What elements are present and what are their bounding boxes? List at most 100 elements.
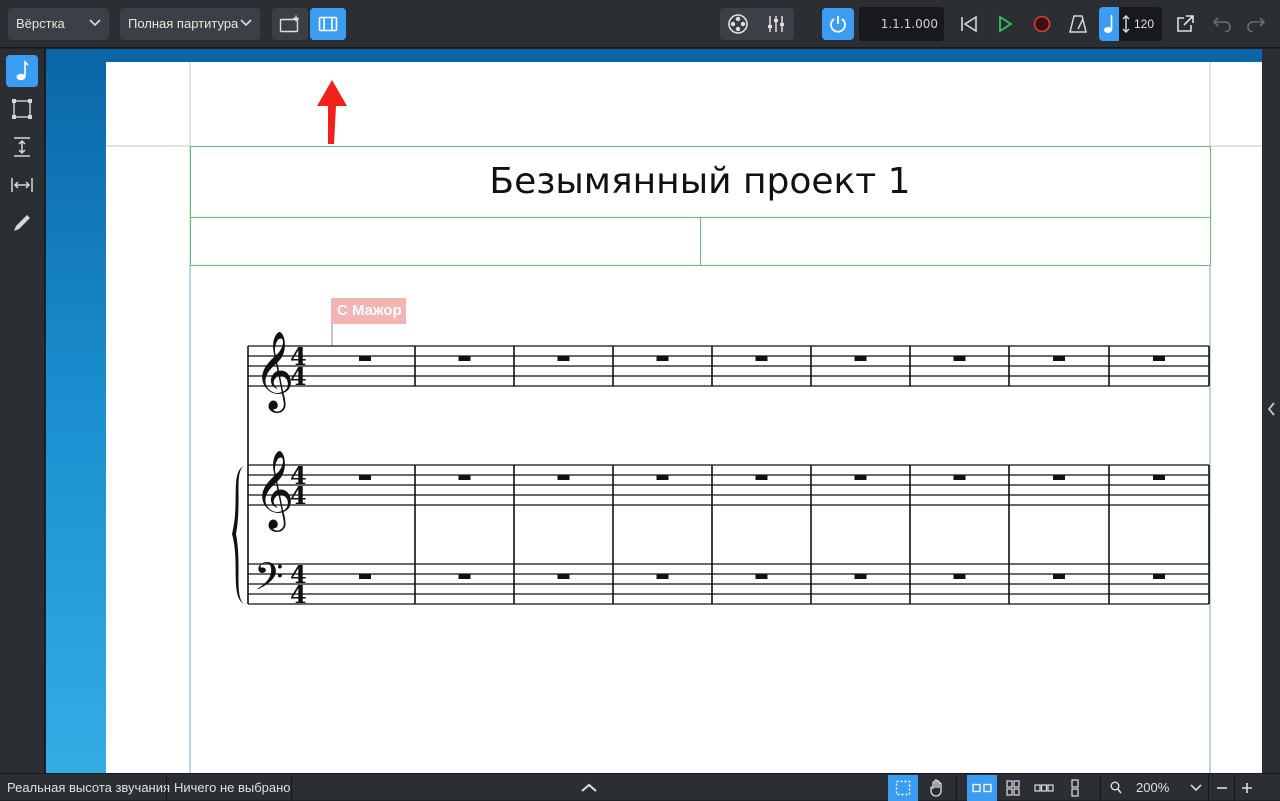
vertical-spacing-tool[interactable] bbox=[6, 131, 38, 163]
playback-mixer-group bbox=[720, 8, 794, 40]
rewind-to-start-icon bbox=[961, 15, 977, 33]
page-view-grid-button[interactable] bbox=[998, 775, 1028, 801]
status-bar: Реальная высота звучания Ничего не выбра… bbox=[0, 773, 1280, 801]
add-frame-icon bbox=[279, 15, 299, 33]
status-divider bbox=[956, 774, 957, 801]
whole-rest bbox=[1153, 356, 1165, 361]
whole-rest bbox=[557, 574, 570, 579]
rewind-button[interactable] bbox=[951, 8, 987, 40]
undo-button[interactable] bbox=[1204, 8, 1240, 40]
whole-rest bbox=[557, 356, 570, 361]
metronome-button[interactable] bbox=[1060, 8, 1096, 40]
whole-rest bbox=[359, 574, 371, 579]
horizontal-spacing-tool[interactable] bbox=[6, 169, 38, 201]
pages-column-icon bbox=[1071, 779, 1079, 797]
status-divider bbox=[1208, 774, 1209, 801]
minus-icon bbox=[1217, 787, 1227, 789]
pen-icon bbox=[14, 215, 30, 231]
selection-status: Ничего не выбрано bbox=[174, 780, 291, 795]
whole-rest bbox=[557, 475, 570, 480]
status-divider bbox=[1100, 774, 1101, 801]
continuous-view-button[interactable] bbox=[1029, 775, 1059, 801]
redo-button[interactable] bbox=[1238, 8, 1274, 40]
pages-grid-icon bbox=[1006, 780, 1020, 796]
score-canvas[interactable]: Безымянный проект 1 C Мажор 𝄞 4 4 𝄞 4 4 𝄢 4 4 bbox=[46, 49, 1262, 773]
note-input-tool[interactable] bbox=[6, 55, 38, 87]
whole-rest bbox=[953, 475, 966, 480]
metronome-icon bbox=[1069, 15, 1087, 33]
tool-palette bbox=[0, 49, 45, 773]
playback-power-button[interactable] bbox=[822, 8, 854, 40]
play-icon bbox=[999, 15, 1013, 33]
whole-rest bbox=[1153, 574, 1165, 579]
pages-row-icon bbox=[1034, 784, 1054, 792]
film-reel-icon bbox=[728, 14, 748, 34]
chevron-up-icon[interactable] bbox=[580, 783, 598, 793]
workspace-dropdown[interactable]: Вёрстка bbox=[8, 8, 109, 40]
whole-rest bbox=[953, 574, 966, 579]
whole-rest bbox=[359, 356, 371, 361]
page-view-icon bbox=[318, 16, 338, 32]
time-signature-bottom: 4 bbox=[290, 580, 307, 609]
play-button[interactable] bbox=[987, 8, 1023, 40]
zoom-in-button[interactable] bbox=[1235, 775, 1259, 801]
right-panel-collapsed bbox=[1262, 49, 1280, 773]
expand-panel-icon[interactable] bbox=[1266, 401, 1276, 417]
share-button[interactable] bbox=[1167, 8, 1203, 40]
whole-rest bbox=[755, 574, 768, 579]
plus-icon bbox=[1242, 783, 1252, 793]
chevron-down-icon bbox=[240, 19, 252, 27]
undo-icon bbox=[1212, 17, 1231, 32]
vertical-resize-icon bbox=[1122, 15, 1130, 33]
page-view-horizontal-button[interactable] bbox=[967, 775, 997, 801]
whole-rest bbox=[458, 475, 471, 480]
timecode-display[interactable]: 1.1.1.000 bbox=[859, 7, 944, 41]
bass-clef: 𝄢 bbox=[254, 554, 284, 608]
treble-clef: 𝄞 bbox=[254, 450, 294, 532]
tempo-value: 120 bbox=[1134, 17, 1155, 31]
magnifier-icon bbox=[1110, 781, 1122, 794]
add-frame-button[interactable] bbox=[272, 8, 308, 40]
whole-rest bbox=[854, 475, 867, 480]
tempo-control[interactable]: 120 bbox=[1099, 7, 1162, 41]
view-mode-dropdown[interactable]: Полная партитура bbox=[120, 8, 260, 40]
whole-rest bbox=[854, 356, 867, 361]
video-button[interactable] bbox=[720, 8, 756, 40]
redo-icon bbox=[1247, 17, 1266, 32]
whole-rest bbox=[656, 356, 669, 361]
whole-rest bbox=[755, 356, 768, 361]
whole-rest bbox=[359, 475, 371, 480]
whole-rest bbox=[854, 574, 867, 579]
whole-rest bbox=[1053, 475, 1065, 480]
selection-frame-icon bbox=[12, 99, 32, 119]
score-system[interactable]: 𝄞44𝄞44𝄢 44 bbox=[106, 62, 1262, 773]
whole-rest bbox=[458, 574, 471, 579]
piano-brace bbox=[232, 466, 244, 604]
status-divider bbox=[291, 774, 292, 801]
whole-rest bbox=[656, 574, 669, 579]
record-icon bbox=[1033, 15, 1051, 33]
select-mode-button[interactable] bbox=[888, 775, 918, 801]
record-button[interactable] bbox=[1024, 8, 1060, 40]
note-icon bbox=[16, 60, 29, 81]
object-select-tool[interactable] bbox=[6, 93, 38, 125]
pitch-mode-status[interactable]: Реальная высота звучания bbox=[7, 774, 170, 801]
pages-side-by-side-icon bbox=[972, 783, 992, 793]
zoom-select[interactable]: 200% bbox=[1128, 774, 1208, 801]
quarter-note-icon bbox=[1099, 7, 1119, 41]
graphic-edit-tool[interactable] bbox=[6, 207, 38, 239]
top-toolbar: Вёрстка Полная партитура 1.1.1.000 120 bbox=[0, 0, 1280, 48]
whole-rest bbox=[1153, 475, 1165, 480]
mixer-button[interactable] bbox=[758, 8, 794, 40]
time-signature-bottom: 4 bbox=[290, 481, 307, 510]
vertical-view-button[interactable] bbox=[1060, 775, 1090, 801]
zoom-out-button[interactable] bbox=[1210, 775, 1234, 801]
time-signature-bottom: 4 bbox=[290, 362, 307, 391]
score-page[interactable]: Безымянный проект 1 C Мажор 𝄞 4 4 𝄞 4 4 𝄢 4 4 bbox=[106, 62, 1262, 773]
hand-tool-button[interactable] bbox=[922, 775, 952, 801]
whole-rest bbox=[1053, 356, 1065, 361]
treble-clef: 𝄞 bbox=[254, 331, 294, 413]
page-view-button[interactable] bbox=[310, 8, 346, 40]
marquee-select-icon bbox=[895, 780, 911, 796]
external-link-icon bbox=[1177, 15, 1194, 32]
